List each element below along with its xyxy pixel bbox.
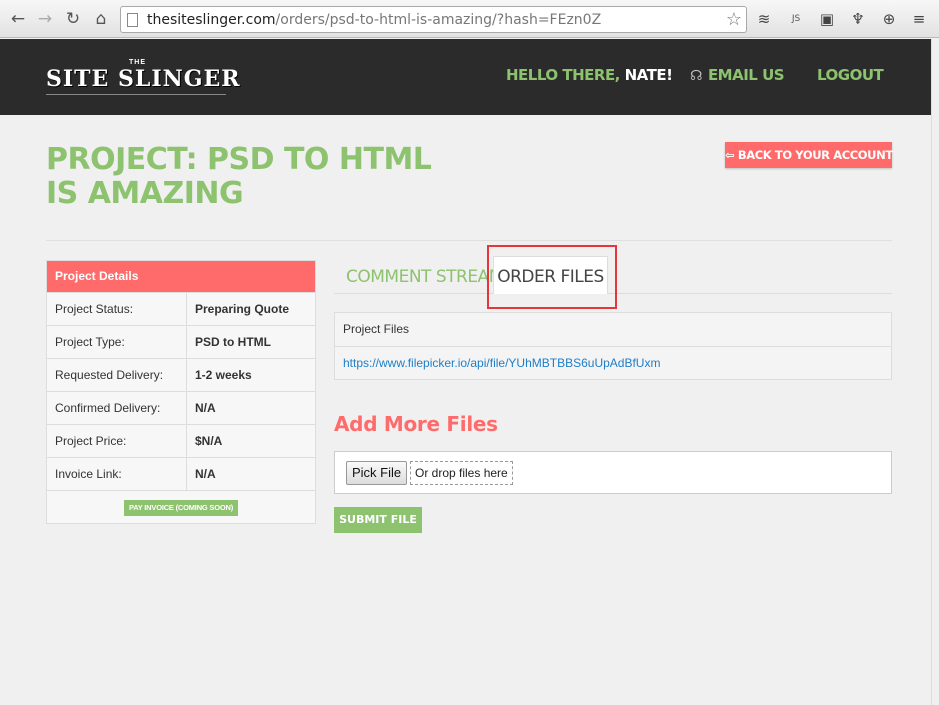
browser-toolbar: ← → ↻ ⌂ thesiteslinger.com/orders/psd-to… [0,0,939,38]
logo-rule [46,94,226,95]
reload-icon[interactable]: ↻ [62,8,84,30]
pay-invoice-button[interactable]: PAY INVOICE (COMING SOON) [123,500,239,516]
back-icon[interactable]: ← [7,8,29,30]
email-us-link[interactable]: ☊ EMAIL US [690,66,785,84]
row-label: Project Status: [47,293,187,325]
forward-icon[interactable]: → [34,8,56,30]
page-title: PROJECT: PSD TO HTML IS AMAZING [46,142,432,211]
file-drop-area[interactable]: Pick File Or drop files here [334,451,892,494]
logout-link[interactable]: LOGOUT [817,66,884,84]
row-label: Invoice Link: [47,458,187,490]
drop-files-zone[interactable]: Or drop files here [410,461,513,485]
divider [46,240,892,241]
row-value: $N/A [195,434,223,448]
home-icon[interactable]: ⌂ [90,8,112,30]
row-label: Confirmed Delivery: [47,392,187,424]
table-row: Requested Delivery: 1-2 weeks [47,358,315,391]
greeting: HELLO THERE, NATE! [506,66,673,84]
url-path: /orders/psd-to-html-is-amazing/?hash=FEz… [275,12,602,28]
tab-comment-stream[interactable]: COMMENT STREAM [346,267,503,287]
table-row: Project Type: PSD to HTML [47,325,315,358]
pick-file-button[interactable]: Pick File [346,461,408,485]
site-header: THE SITE SLINGER HELLO THERE, NATE! ☊ EMA… [0,39,939,115]
project-details-heading: Project Details [47,261,315,292]
table-row: Project Status: Preparing Quote [47,292,315,325]
extension-plus-icon[interactable]: ⊕ [879,9,899,29]
highlight-annotation [487,245,617,309]
table-row: Confirmed Delivery: N/A [47,391,315,424]
row-value: N/A [195,467,216,481]
js-icon[interactable]: JS [786,9,806,29]
row-value: 1-2 weeks [195,368,252,382]
project-details-table: Project Details Project Status: Preparing… [46,260,316,524]
file-link[interactable]: https://www.filepicker.io/api/file/YUhMB… [335,346,891,379]
project-files-header: Project Files [343,322,410,336]
js-icon-label: JS [791,14,801,24]
address-bar[interactable]: thesiteslinger.com/orders/psd-to-html-is… [120,6,747,33]
row-value: N/A [195,401,216,415]
greeting-text: HELLO THERE, [506,66,620,84]
row-label: Project Price: [47,425,187,457]
logo-name: SITE SLINGER [46,66,241,92]
table-row: Project Price: $N/A [47,424,315,457]
scrollbar[interactable] [931,39,939,705]
arrow-left-icon: ⇦ [725,148,735,162]
logo-the: THE [129,59,146,66]
headset-icon: ☊ [690,68,702,84]
url-text[interactable]: thesiteslinger.com/orders/psd-to-html-is… [147,12,601,28]
project-files-panel: Project Files https://www.filepicker.io/… [334,312,892,380]
email-us-label: EMAIL US [707,66,785,84]
submit-file-button[interactable]: SUBMIT FILE [334,507,422,533]
add-more-files-title: Add More Files [334,412,498,436]
username: NATE! [624,66,673,84]
row-value: PSD to HTML [195,335,271,349]
back-to-account-button[interactable]: ⇦ BACK TO YOUR ACCOUNT [725,142,893,168]
url-host: thesiteslinger.com [147,12,276,28]
row-label: Requested Delivery: [47,359,187,391]
page-icon [127,13,138,27]
star-icon[interactable]: ☆ [726,9,742,30]
buffer-icon[interactable]: ≋ [754,9,774,29]
back-button-label: BACK TO YOUR ACCOUNT [737,148,893,162]
table-row: Invoice Link: N/A [47,457,315,490]
menu-icon[interactable]: ≡ [909,9,929,29]
row-label: Project Type: [47,326,187,358]
row-value: Preparing Quote [195,302,290,316]
details-footer: PAY INVOICE (COMING SOON) [47,490,315,523]
cup-icon[interactable]: ♆ [848,9,868,29]
window-icon[interactable]: ▣ [817,9,837,29]
